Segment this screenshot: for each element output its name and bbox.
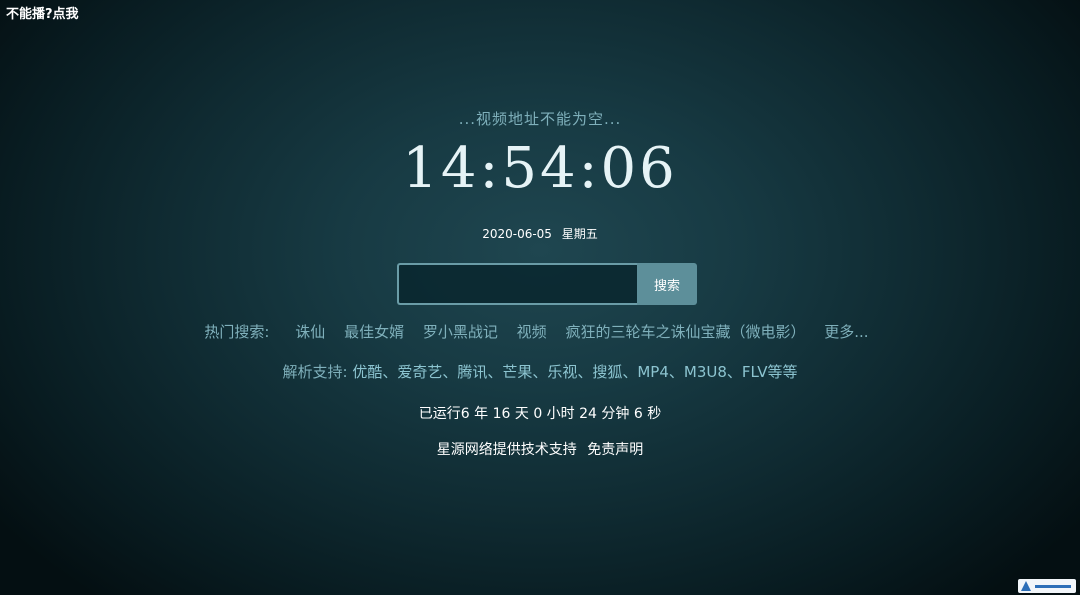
digital-clock: 14:54:06 [402,136,678,201]
search-input[interactable] [397,263,637,305]
hot-search-more-link[interactable]: 更多... [824,323,868,341]
footer: 星源网络提供技术支持 免责声明 [0,439,1080,459]
empty-url-notice: ...视频地址不能为空... [458,110,622,128]
hot-search-row: 热门搜索: 诛仙 最佳女婿 罗小黑战记 视频 疯狂的三轮车之诛仙宝藏（微电影） … [0,321,1080,342]
search-bar: 搜索 [397,263,697,305]
parse-support-label: 解析支持: [282,363,348,381]
parse-support-row: 解析支持: 优酷、爱奇艺、腾讯、芒果、乐视、搜狐、MP4、M3U8、FLV等等 [0,361,1080,382]
date-line: 2020-06-05 星期五 [0,225,1080,242]
disclaimer-link[interactable]: 免责声明 [587,442,643,458]
cant-play-link[interactable]: 不能播?点我 [6,3,79,22]
hot-search-item[interactable]: 罗小黑战记 [423,323,498,341]
hot-search-label: 热门搜索: [204,323,270,341]
date-text: 2020-06-05 [482,227,552,241]
search-button[interactable]: 搜索 [637,263,697,305]
hot-search-item[interactable]: 最佳女婿 [344,323,404,341]
watermark-icon [1021,581,1031,591]
tech-support-credit: 星源网络提供技术支持 [436,442,577,458]
hot-search-item[interactable]: 疯狂的三轮车之诛仙宝藏（微电影） [565,323,805,341]
uptime-counter: 已运行6 年 16 天 0 小时 24 分钟 6 秒 [418,406,662,422]
watermark-logo [1018,579,1076,593]
watermark-bar [1035,584,1071,588]
hot-search-item[interactable]: 视频 [517,323,547,341]
parse-support-sites: 优酷、爱奇艺、腾讯、芒果、乐视、搜狐、MP4、M3U8、FLV等等 [352,363,798,381]
hot-search-item[interactable]: 诛仙 [295,323,325,341]
weekday-text: 星期五 [561,227,598,241]
